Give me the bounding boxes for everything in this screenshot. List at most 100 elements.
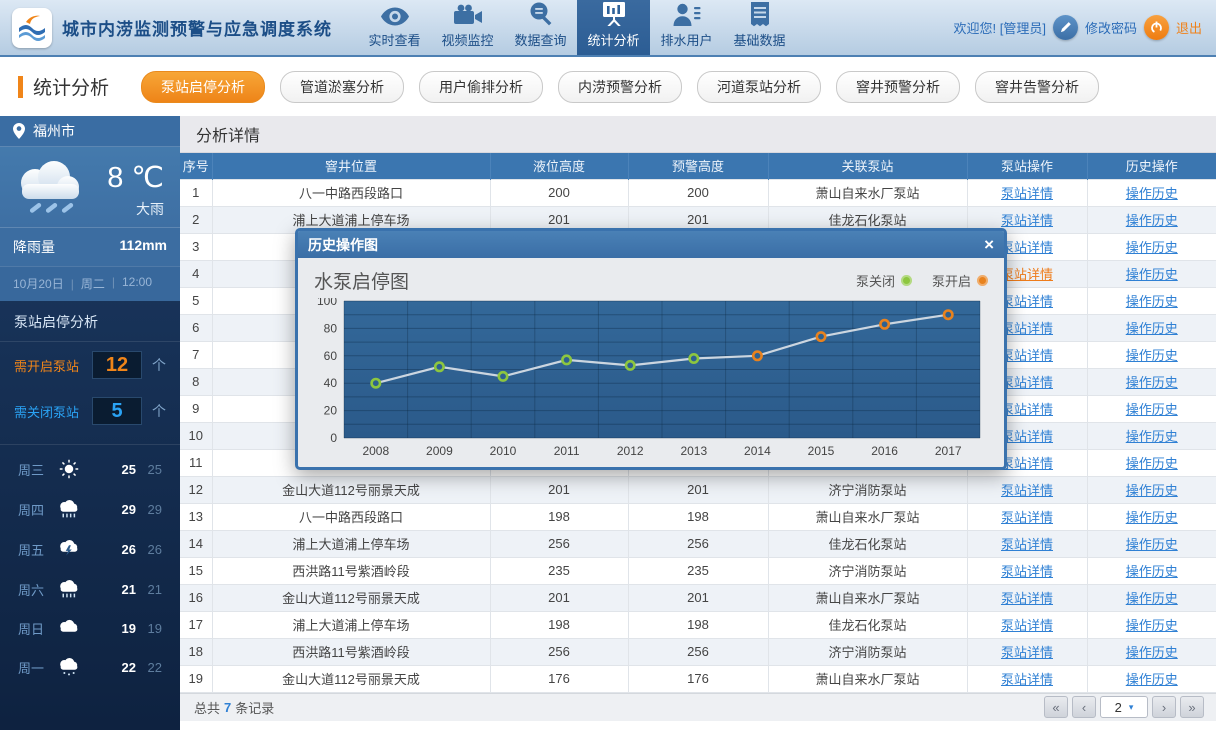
analysis-tab[interactable]: 河道泵站分析 [697,71,821,103]
cell-index: 13 [180,503,212,530]
svg-text:60: 60 [324,349,338,363]
cell-warn-height: 176 [628,665,768,692]
operation-history-link[interactable]: 操作历史 [1126,591,1178,606]
operation-history-link[interactable]: 操作历史 [1126,429,1178,444]
operation-history-link[interactable]: 操作历史 [1126,672,1178,687]
document-icon [749,0,771,27]
analysis-tab[interactable]: 窨井预警分析 [836,71,960,103]
pencil-icon[interactable] [1053,15,1078,40]
first-page-button[interactable]: « [1044,696,1068,718]
analysis-tab[interactable]: 管道淤塞分析 [280,71,404,103]
modal-title-bar: 历史操作图 × [298,231,1004,258]
storm-icon [54,538,84,560]
prev-page-button[interactable]: ‹ [1072,696,1096,718]
cell-level-height: 235 [490,557,628,584]
nav-item[interactable]: 统计分析 [577,0,650,55]
operation-history-link[interactable]: 操作历史 [1126,375,1178,390]
cell-history-op: 操作历史 [1087,260,1216,287]
cell-linked-station: 济宁消防泵站 [768,638,967,665]
station-detail-link[interactable]: 泵站详情 [1001,483,1053,498]
operation-history-link[interactable]: 操作历史 [1126,213,1178,228]
operation-history-link[interactable]: 操作历史 [1126,402,1178,417]
pumps-to-close-value: 5 [111,400,122,423]
drizzle-icon [54,656,84,678]
operation-history-link[interactable]: 操作历史 [1126,321,1178,336]
cell-warn-height: 198 [628,611,768,638]
operation-history-link[interactable]: 操作历史 [1126,645,1178,660]
operation-history-link[interactable]: 操作历史 [1126,537,1178,552]
cell-history-op: 操作历史 [1087,503,1216,530]
operation-history-link[interactable]: 操作历史 [1126,456,1178,471]
station-detail-link[interactable]: 泵站详情 [1001,537,1053,552]
operation-history-link[interactable]: 操作历史 [1126,483,1178,498]
table-row: 16金山大道112号丽景天成201201萧山自来水厂泵站泵站详情操作历史 [180,584,1216,611]
station-detail-link[interactable]: 泵站详情 [1001,186,1053,201]
station-detail-link[interactable]: 泵站详情 [1001,429,1053,444]
power-icon[interactable] [1144,15,1169,40]
cell-index: 7 [180,341,212,368]
station-detail-link[interactable]: 泵站详情 [1001,645,1053,660]
station-detail-link[interactable]: 泵站详情 [1001,321,1053,336]
svg-text:100: 100 [317,298,337,308]
forecast-row: 周五2626 [0,529,180,569]
cell-history-op: 操作历史 [1087,530,1216,557]
station-detail-link[interactable]: 泵站详情 [1001,267,1053,282]
cell-level-height: 201 [490,584,628,611]
logout-link[interactable]: 退出 [1176,18,1202,37]
station-detail-link[interactable]: 泵站详情 [1001,672,1053,687]
change-password-link[interactable]: 修改密码 [1085,18,1137,37]
nav-item[interactable]: 基础数据 [723,0,796,55]
operation-history-link[interactable]: 操作历史 [1126,186,1178,201]
station-detail-link[interactable]: 泵站详情 [1001,456,1053,471]
cell-history-op: 操作历史 [1087,422,1216,449]
legend-label: 泵开启 [932,271,971,290]
column-header: 序号 [180,153,212,179]
cell-history-op: 操作历史 [1087,557,1216,584]
pumps-to-open-value: 12 [106,354,128,377]
page-title: 统计分析 [33,73,109,100]
cell-linked-station: 济宁消防泵站 [768,557,967,584]
legend-item[interactable]: 泵开启 [932,271,988,290]
station-detail-link[interactable]: 泵站详情 [1001,375,1053,390]
cell-index: 18 [180,638,212,665]
cell-linked-station: 萧山自来水厂泵站 [768,179,967,206]
column-header: 关联泵站 [768,153,967,179]
station-detail-link[interactable]: 泵站详情 [1001,564,1053,579]
svg-text:20: 20 [324,404,338,418]
svg-text:2009: 2009 [426,444,453,458]
nav-item[interactable]: 数据查询 [504,0,577,55]
page-select[interactable]: 2 ▾ [1100,696,1148,718]
weekday-value: 周二 [64,275,105,292]
station-detail-link[interactable]: 泵站详情 [1001,348,1053,363]
close-icon[interactable]: × [984,236,994,253]
nav-item[interactable]: 视频监控 [431,0,504,55]
nav-item[interactable]: 实时查看 [358,0,431,55]
operation-history-link[interactable]: 操作历史 [1126,267,1178,282]
analysis-tab[interactable]: 窨井告警分析 [975,71,1099,103]
welcome-text: 欢迎您! [管理员] [954,18,1046,37]
analysis-tab[interactable]: 泵站启停分析 [141,71,265,103]
cell-station-op: 泵站详情 [967,638,1087,665]
rain-icon [54,498,84,520]
station-detail-link[interactable]: 泵站详情 [1001,591,1053,606]
operation-history-link[interactable]: 操作历史 [1126,348,1178,363]
operation-history-link[interactable]: 操作历史 [1126,294,1178,309]
station-detail-link[interactable]: 泵站详情 [1001,294,1053,309]
last-page-button[interactable]: » [1180,696,1204,718]
station-detail-link[interactable]: 泵站详情 [1001,240,1053,255]
station-detail-link[interactable]: 泵站详情 [1001,213,1053,228]
station-detail-link[interactable]: 泵站详情 [1001,618,1053,633]
operation-history-link[interactable]: 操作历史 [1126,564,1178,579]
next-page-button[interactable]: › [1152,696,1176,718]
nav-item[interactable]: 排水用户 [650,0,723,55]
analysis-tab[interactable]: 用户偷排分析 [419,71,543,103]
analysis-tab[interactable]: 内涝预警分析 [558,71,682,103]
operation-history-link[interactable]: 操作历史 [1126,240,1178,255]
operation-history-link[interactable]: 操作历史 [1126,618,1178,633]
station-detail-link[interactable]: 泵站详情 [1001,510,1053,525]
legend-item[interactable]: 泵关闭 [856,271,912,290]
table-row: 1八一中路西段路口200200萧山自来水厂泵站泵站详情操作历史 [180,179,1216,206]
station-detail-link[interactable]: 泵站详情 [1001,402,1053,417]
cell-index: 1 [180,179,212,206]
operation-history-link[interactable]: 操作历史 [1126,510,1178,525]
